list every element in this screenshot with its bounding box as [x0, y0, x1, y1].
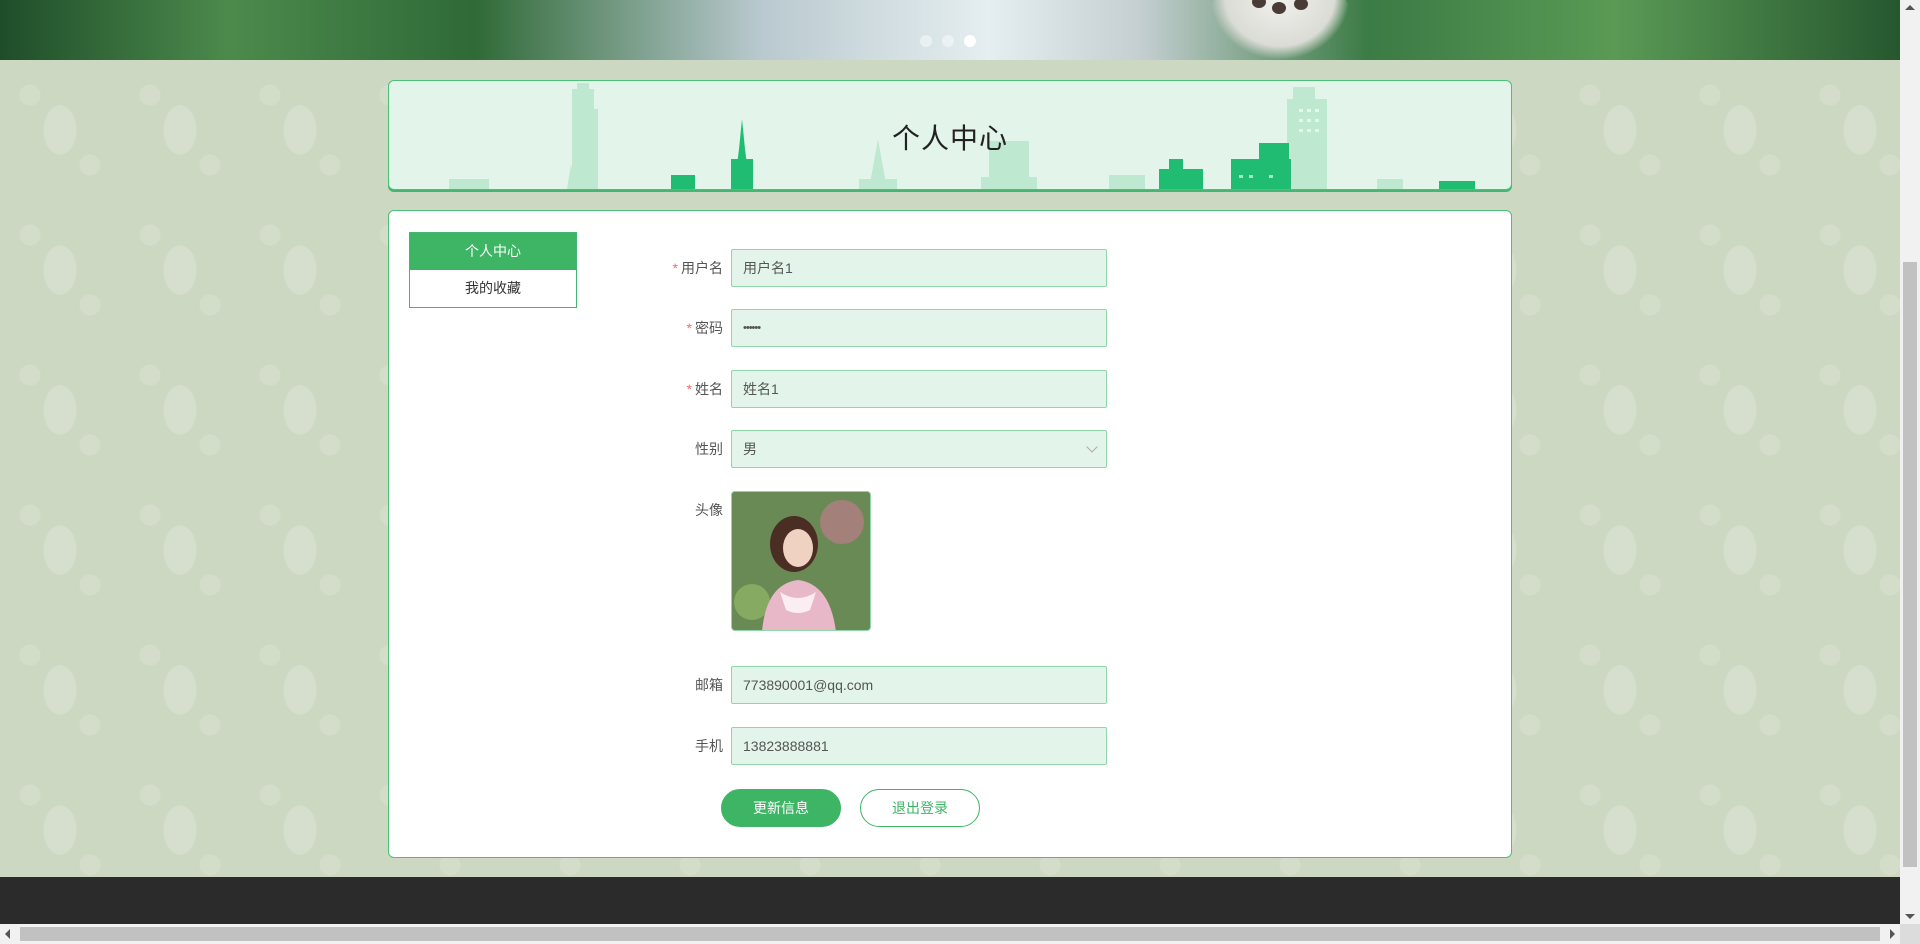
avatar-image	[732, 492, 870, 630]
sidebar-item-my-favorites[interactable]: 我的收藏	[410, 270, 576, 307]
horizontal-scrollbar[interactable]	[0, 924, 1900, 944]
banner-carousel[interactable]	[0, 0, 1900, 60]
phone-input[interactable]	[731, 727, 1107, 765]
sidebar-item-personal-center[interactable]: 个人中心	[410, 233, 576, 270]
carousel-dot-1[interactable]	[920, 35, 932, 47]
scroll-right-arrow-icon[interactable]	[1890, 929, 1895, 939]
email-input[interactable]	[731, 666, 1107, 704]
email-label: 邮箱	[695, 677, 723, 693]
password-label: * 密码	[686, 320, 723, 336]
gender-select-value: 男	[743, 441, 757, 457]
name-label: * 姓名	[686, 381, 723, 397]
gender-select[interactable]: 男	[731, 430, 1107, 468]
gender-label: 性别	[695, 441, 723, 457]
required-mark: *	[672, 260, 678, 276]
vertical-scrollbar[interactable]	[1900, 0, 1920, 924]
required-mark: *	[686, 320, 692, 336]
vertical-scroll-thumb[interactable]	[1903, 262, 1917, 867]
scroll-down-arrow-icon[interactable]	[1905, 914, 1915, 919]
form-row-avatar: 头像	[579, 491, 1039, 631]
profile-card: 个人中心 我的收藏 *用户名 *密码 •••••• *姓名 性别 男 头像	[388, 210, 1512, 858]
form-row-phone: 手机	[579, 727, 1107, 765]
carousel-dot-2[interactable]	[942, 35, 954, 47]
form-row-name: * 姓名	[579, 370, 1107, 408]
carousel-indicators	[920, 35, 976, 47]
scrollbar-corner	[1900, 924, 1920, 944]
scroll-up-arrow-icon[interactable]	[1905, 5, 1915, 10]
password-input[interactable]: ••••••	[731, 309, 1107, 347]
required-mark: *	[686, 381, 692, 397]
form-row-username: * 用户名	[579, 249, 1107, 287]
avatar-upload[interactable]	[731, 491, 871, 631]
username-label: * 用户名	[672, 260, 723, 276]
username-input[interactable]	[731, 249, 1107, 287]
carousel-dot-3[interactable]	[964, 35, 976, 47]
paw-pad-2	[1272, 2, 1286, 14]
avatar-label: 头像	[695, 502, 723, 518]
sidebar-menu: 个人中心 我的收藏	[409, 232, 577, 308]
update-info-button[interactable]: 更新信息	[721, 789, 841, 827]
page-title-banner: 个人中心	[388, 80, 1512, 190]
chevron-down-icon	[1086, 441, 1098, 453]
scroll-left-arrow-icon[interactable]	[5, 929, 10, 939]
phone-label: 手机	[695, 738, 723, 754]
logout-button[interactable]: 退出登录	[860, 789, 980, 827]
form-row-gender: 性别 男	[579, 430, 1107, 468]
page-title: 个人中心	[891, 123, 1008, 154]
form-actions: 更新信息 退出登录	[579, 789, 1039, 827]
horizontal-scroll-thumb[interactable]	[20, 927, 1880, 941]
form-row-password: * 密码 ••••••	[579, 309, 1107, 347]
form-row-email: 邮箱	[579, 666, 1107, 704]
page-footer	[0, 877, 1900, 924]
name-input[interactable]	[731, 370, 1107, 408]
